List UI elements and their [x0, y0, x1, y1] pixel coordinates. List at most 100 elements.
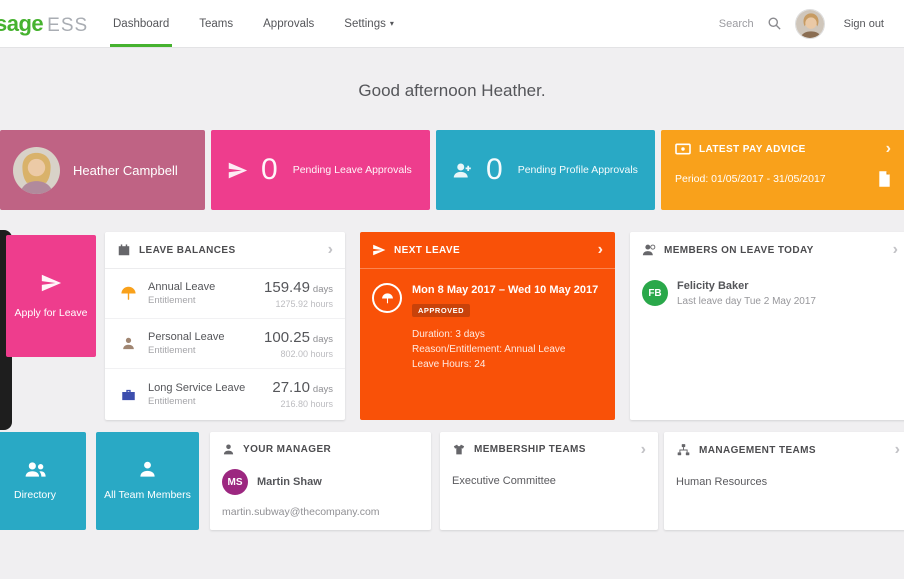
- next-leave-hours: Leave Hours: 24: [412, 359, 486, 371]
- briefcase-icon: [117, 387, 139, 402]
- apply-leave-label: Apply for Leave: [14, 306, 88, 319]
- membership-teams-card[interactable]: MEMBERSHIP TEAMS › Executive Committee: [440, 432, 658, 530]
- shirt-icon: [452, 443, 466, 456]
- team-member-icon: [138, 460, 157, 479]
- member-leave-detail: Last leave day Tue 2 May 2017: [677, 296, 816, 307]
- management-team-value[interactable]: Human Resources: [664, 468, 904, 488]
- pending-leave-approvals-card[interactable]: 0 Pending Leave Approvals: [211, 130, 430, 210]
- leave-balance-value: 27.10 days 216.80 hours: [272, 379, 333, 409]
- nav-dashboard[interactable]: Dashboard: [109, 0, 173, 47]
- user-avatar[interactable]: [794, 8, 825, 39]
- next-leave-reason: Reason/Entitlement: Annual Leave: [412, 344, 566, 356]
- balance-unit: days: [312, 333, 333, 345]
- member-row[interactable]: FB Felicity Baker Last leave day Tue 2 M…: [630, 268, 904, 319]
- chevron-right-icon: ›: [892, 241, 898, 258]
- nav-teams[interactable]: Teams: [199, 0, 233, 47]
- latest-pay-advice-card[interactable]: LATEST PAY ADVICE › Period: 01/05/2017 -…: [661, 130, 904, 210]
- nav-dashboard-label: Dashboard: [113, 17, 170, 30]
- management-teams-title: MANAGEMENT TEAMS: [699, 444, 816, 456]
- profile-card[interactable]: Heather Campbell: [0, 130, 205, 210]
- sign-out-link[interactable]: Sign out: [844, 18, 884, 30]
- search-label[interactable]: Search: [719, 18, 754, 30]
- logo-ess-text: ESS: [47, 14, 89, 36]
- manager-row[interactable]: MS Martin Shaw: [222, 469, 419, 495]
- chevron-right-icon: ›: [885, 140, 891, 157]
- nav-settings-label: Settings: [344, 17, 386, 30]
- directory-label: Directory: [13, 488, 56, 501]
- leave-type-name: Personal Leave: [148, 331, 225, 343]
- members-on-leave-title: MEMBERS ON LEAVE TODAY: [664, 244, 814, 256]
- leave-type-sub: Entitlement: [148, 295, 196, 306]
- pay-advice-header: LATEST PAY ADVICE ›: [675, 140, 904, 157]
- next-leave-duration: Duration: 3 days: [412, 329, 485, 341]
- balance-hours: 802.00 hours: [280, 348, 333, 359]
- leave-balance-row-personal[interactable]: Personal Leave Entitlement 100.25 days 80…: [105, 319, 345, 369]
- leave-type-block: Long Service Leave Entitlement: [148, 382, 245, 407]
- people-icon: [24, 460, 47, 479]
- management-teams-card[interactable]: MANAGEMENT TEAMS › Human Resources: [664, 432, 904, 530]
- leave-balance-row-long-service[interactable]: Long Service Leave Entitlement 27.10 days…: [105, 369, 345, 419]
- chevron-right-icon: ›: [327, 241, 333, 258]
- pay-advice-period: Period: 01/05/2017 - 31/05/2017: [675, 173, 826, 185]
- caret-down-icon: ▾: [389, 19, 394, 28]
- management-teams-header[interactable]: MANAGEMENT TEAMS ›: [664, 432, 904, 468]
- leave-balance-row-annual[interactable]: Annual Leave Entitlement 159.49 days 1275…: [105, 269, 345, 319]
- manager-email[interactable]: martin.subway@thecompany.com: [222, 506, 419, 518]
- balance-unit: days: [312, 283, 333, 295]
- pending-profile-approvals-card[interactable]: 0 Pending Profile Approvals: [436, 130, 655, 210]
- person-plus-icon: [452, 160, 473, 181]
- search-icon[interactable]: [767, 16, 782, 31]
- pending-profile-count: 0: [486, 153, 503, 186]
- org-chart-icon: [676, 443, 691, 457]
- membership-teams-header[interactable]: MEMBERSHIP TEAMS ›: [440, 432, 658, 467]
- pending-leave-count: 0: [261, 153, 278, 186]
- directory-card[interactable]: Directory: [0, 432, 86, 530]
- greeting-text: Good afternoon Heather.: [358, 81, 546, 100]
- person-clock-icon: [642, 243, 656, 257]
- members-on-leave-card[interactable]: MEMBERS ON LEAVE TODAY › FB Felicity Bak…: [630, 232, 904, 420]
- pending-leave-label: Pending Leave Approvals: [292, 164, 412, 176]
- membership-teams-title: MEMBERSHIP TEAMS: [474, 444, 586, 455]
- umbrella-circle-icon: [372, 283, 402, 313]
- pay-advice-title: LATEST PAY ADVICE: [699, 143, 806, 155]
- leave-balances-card[interactable]: LEAVE BALANCES › Annual Leave Entitlemen…: [105, 232, 345, 420]
- nav-approvals[interactable]: Approvals: [263, 0, 314, 47]
- members-on-leave-header[interactable]: MEMBERS ON LEAVE TODAY ›: [630, 232, 904, 268]
- nav-settings[interactable]: Settings ▾: [344, 0, 394, 47]
- next-leave-date-range: Mon 8 May 2017 – Wed 10 May 2017: [412, 284, 599, 296]
- your-manager-title: YOUR MANAGER: [243, 444, 332, 455]
- leave-type-sub: Entitlement: [148, 395, 196, 407]
- member-name: Felicity Baker: [677, 280, 749, 292]
- banknote-icon: [675, 142, 691, 156]
- main-nav: Dashboard Teams Approvals Settings ▾: [109, 0, 394, 47]
- apply-for-leave-card[interactable]: Apply for Leave: [6, 235, 96, 357]
- nav-approvals-label: Approvals: [263, 17, 315, 30]
- balance-unit: days: [312, 384, 333, 395]
- manager-name: Martin Shaw: [257, 476, 322, 488]
- leave-balance-value: 100.25 days 802.00 hours: [264, 329, 333, 359]
- chevron-right-icon: ›: [894, 441, 900, 458]
- leave-plane-icon: [372, 243, 386, 257]
- your-manager-card[interactable]: YOUR MANAGER MS Martin Shaw martin.subwa…: [210, 432, 431, 530]
- balance-days: 159.49: [264, 278, 310, 296]
- next-leave-header[interactable]: NEXT LEAVE ›: [360, 232, 615, 269]
- balance-days: 100.25: [264, 328, 310, 346]
- manager-person-icon: [222, 443, 235, 456]
- member-details: Felicity Baker Last leave day Tue 2 May …: [677, 280, 816, 307]
- balance-hours: 216.80 hours: [280, 399, 333, 409]
- leave-type-name: Long Service Leave: [148, 381, 246, 394]
- sage-ess-logo[interactable]: sage ESS: [0, 11, 87, 37]
- next-leave-card[interactable]: NEXT LEAVE › Mon 8 May 2017 – Wed 10 May…: [360, 232, 615, 420]
- apply-leave-plane-icon: [40, 272, 62, 294]
- chevron-right-icon: ›: [597, 241, 603, 258]
- your-manager-header: YOUR MANAGER: [210, 432, 431, 467]
- leave-balance-value: 159.49 days 1275.92 hours: [264, 279, 333, 309]
- leave-balances-title: LEAVE BALANCES: [139, 244, 236, 256]
- leave-type-block: Annual Leave Entitlement: [148, 281, 215, 306]
- header-right: Search Sign out: [719, 8, 904, 39]
- leave-balances-header[interactable]: LEAVE BALANCES ›: [105, 232, 345, 269]
- membership-team-value[interactable]: Executive Committee: [440, 467, 658, 487]
- all-team-members-card[interactable]: All Team Members: [96, 432, 199, 530]
- chevron-right-icon: ›: [640, 440, 646, 458]
- all-team-members-label: All Team Members: [104, 488, 191, 501]
